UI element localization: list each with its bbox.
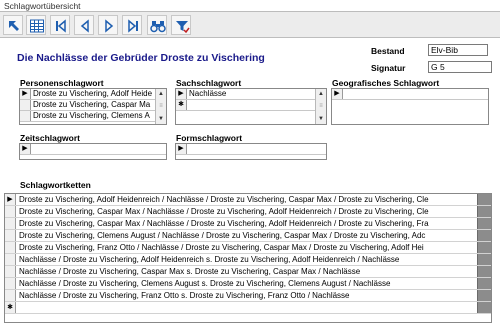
table-row[interactable]: Nachlässe / Droste zu Vischering, Clemen… bbox=[5, 278, 491, 290]
current-record-icon: ▶ bbox=[20, 89, 31, 99]
scrollbar[interactable]: ▲ ≡ ▼ bbox=[315, 89, 326, 124]
first-record-icon[interactable] bbox=[50, 15, 70, 35]
zeit-label: Zeitschlagwort bbox=[20, 133, 80, 143]
scroll-thumb-icon[interactable]: ≡ bbox=[156, 101, 166, 111]
last-record-icon[interactable] bbox=[122, 15, 142, 35]
current-record-icon: ▶ bbox=[5, 194, 16, 205]
table-row[interactable]: ▶ Droste zu Vischering, Adolf Heidenreic… bbox=[5, 194, 491, 206]
scroll-thumb-icon[interactable]: ≡ bbox=[316, 101, 326, 111]
next-record-icon[interactable] bbox=[98, 15, 118, 35]
sach-label: Sachschlagwort bbox=[176, 78, 242, 88]
current-record-icon: ▶ bbox=[332, 89, 343, 99]
current-record-icon: ▶ bbox=[176, 89, 187, 99]
scroll-down-icon[interactable]: ▼ bbox=[156, 114, 166, 124]
signatur-label: Signatur bbox=[371, 63, 406, 73]
arrow-up-left-icon[interactable] bbox=[3, 15, 23, 35]
list-item[interactable]: Droste zu Vischering, Caspar Ma bbox=[20, 100, 166, 111]
signatur-field[interactable]: G 5 bbox=[428, 61, 492, 73]
filter-icon[interactable] bbox=[171, 15, 191, 35]
binoculars-icon[interactable] bbox=[147, 15, 167, 35]
table-row[interactable]: Nachlässe / Droste zu Vischering, Caspar… bbox=[5, 266, 491, 278]
scroll-down-icon[interactable]: ▼ bbox=[316, 114, 326, 124]
geo-list: ▶ bbox=[331, 88, 489, 125]
ketten-list: ▶ Droste zu Vischering, Adolf Heidenreic… bbox=[4, 193, 492, 323]
list-item[interactable]: ▶ bbox=[20, 144, 166, 155]
form-label: Formschlagwort bbox=[176, 133, 243, 143]
new-record-icon: ✱ bbox=[176, 100, 187, 110]
list-item[interactable]: ▶ Droste zu Vischering, Adolf Heide bbox=[20, 89, 166, 100]
scrollbar[interactable]: ▲ ≡ ▼ bbox=[155, 89, 166, 124]
table-row[interactable]: Nachlässe / Droste zu Vischering, Franz … bbox=[5, 290, 491, 302]
scroll-up-icon[interactable]: ▲ bbox=[316, 89, 326, 99]
form-list: ▶ bbox=[175, 143, 327, 160]
ketten-label: Schlagwortketten bbox=[20, 180, 91, 190]
current-record-icon: ▶ bbox=[20, 144, 31, 154]
new-record-icon: ✱ bbox=[5, 302, 16, 313]
scroll-up-icon[interactable]: ▲ bbox=[156, 89, 166, 99]
zeit-list: ▶ bbox=[19, 143, 167, 160]
window-title: Schlagwortübersicht bbox=[0, 0, 500, 12]
list-item[interactable]: ▶ bbox=[332, 89, 488, 100]
table-row[interactable]: Droste zu Vischering, Caspar Max / Nachl… bbox=[5, 218, 491, 230]
geo-label: Geografisches Schlagwort bbox=[332, 78, 440, 88]
list-item[interactable]: Droste zu Vischering, Clemens A bbox=[20, 111, 166, 122]
table-row[interactable]: ✱ bbox=[5, 302, 491, 314]
bestand-field[interactable]: Elv-Bib bbox=[428, 44, 488, 56]
table-row[interactable]: Droste zu Vischering, Franz Otto / Nachl… bbox=[5, 242, 491, 254]
personen-label: Personenschlagwort bbox=[20, 78, 104, 88]
list-item[interactable]: ✱ bbox=[176, 100, 326, 111]
main-form: Die Nachlässe der Gebrüder Droste zu Vis… bbox=[0, 38, 500, 325]
list-item[interactable]: ▶ Nachlässe bbox=[176, 89, 326, 100]
table-row[interactable]: Droste zu Vischering, Clemens August / N… bbox=[5, 230, 491, 242]
table-row[interactable]: Nachlässe / Droste zu Vischering, Adolf … bbox=[5, 254, 491, 266]
list-item[interactable]: ▶ bbox=[176, 144, 326, 155]
personen-list: ▶ Droste zu Vischering, Adolf Heide Dros… bbox=[19, 88, 167, 125]
table-row[interactable]: Droste zu Vischering, Caspar Max / Nachl… bbox=[5, 206, 491, 218]
page-title: Die Nachlässe der Gebrüder Droste zu Vis… bbox=[17, 52, 265, 64]
toolbar bbox=[0, 12, 500, 38]
current-record-icon: ▶ bbox=[176, 144, 187, 154]
bestand-label: Bestand bbox=[371, 46, 405, 56]
table-icon[interactable] bbox=[26, 15, 46, 35]
previous-record-icon[interactable] bbox=[74, 15, 94, 35]
sach-list: ▶ Nachlässe ✱ ▲ ≡ ▼ bbox=[175, 88, 327, 125]
